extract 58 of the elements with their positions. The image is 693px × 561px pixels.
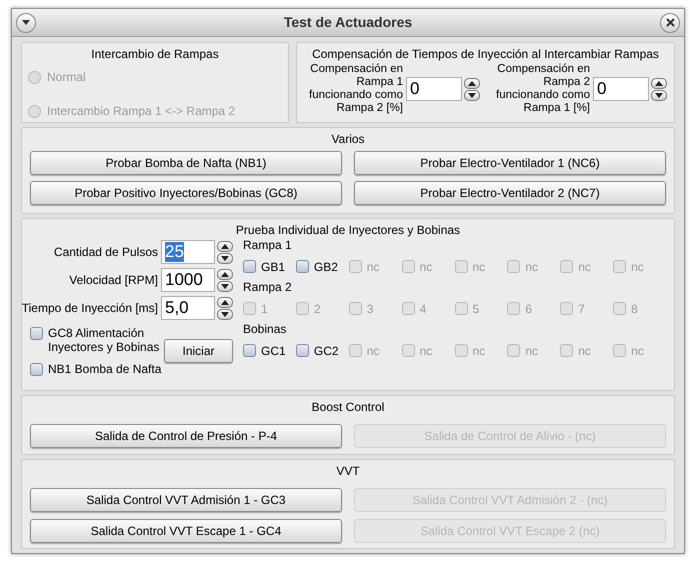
action-button[interactable]: Probar Electro-Ventilador 2 (NC7) — [354, 181, 666, 205]
checkbox[interactable]: GC2 — [296, 342, 349, 360]
down-arrow-icon — [22, 20, 30, 25]
checkbox[interactable]: GB1 — [243, 258, 296, 276]
spin-down-button[interactable] — [217, 308, 233, 320]
spin-field[interactable]: 0 — [406, 77, 462, 101]
action-button[interactable]: Salida Control VVT Escape 1 - GC4 — [30, 519, 342, 543]
action-button[interactable]: Probar Electro-Ventilador 1 (NC6) — [354, 151, 666, 175]
spin-field[interactable]: 0 — [593, 77, 649, 101]
group-title: Compensación de Tiempos de Inyección al Intercambiar Rampas — [311, 46, 660, 62]
section-label: Bobinas — [243, 322, 288, 337]
action-button[interactable]: Salida Control VVT Admisión 1 - GC3 — [30, 488, 342, 512]
close-button[interactable] — [660, 12, 680, 32]
down-arrow-icon — [221, 256, 229, 260]
checkbox[interactable]: NB1 Bomba de Nafta — [30, 362, 164, 376]
checkbox[interactable]: GB2 — [296, 258, 349, 276]
spin-up-button[interactable] — [217, 296, 233, 308]
section-label: Rampa 2 — [243, 280, 293, 295]
close-icon — [666, 18, 674, 27]
group-title: VVT — [335, 463, 361, 479]
field-label: Tiempo de Inyección [ms] — [22, 300, 158, 317]
checkbox[interactable]: GC1 — [243, 342, 296, 360]
field-label: Velocidad [RPM] — [69, 272, 158, 289]
spin-down-button[interactable] — [217, 252, 233, 264]
action-button[interactable]: Probar Positivo Inyectores/Bobinas (GC8) — [30, 181, 342, 205]
group-title: Varios — [330, 131, 366, 147]
spin-up-button[interactable] — [217, 240, 233, 252]
group-title: Boost Control — [310, 399, 386, 415]
window-title: Test de Actuadores — [284, 13, 412, 32]
spin-up-button[interactable] — [464, 78, 480, 88]
spin-up-button[interactable] — [217, 268, 233, 280]
down-arrow-icon — [468, 92, 476, 98]
action-button[interactable]: Iniciar — [164, 339, 233, 363]
up-arrow-icon — [221, 244, 229, 248]
up-arrow-icon — [468, 80, 476, 86]
up-arrow-icon — [221, 300, 229, 304]
menu-button[interactable] — [16, 12, 36, 32]
spin-down-button[interactable] — [217, 280, 233, 292]
group-title: Intercambio de Rampas — [90, 46, 220, 62]
field-label: Compensación en Rampa 1 funcionando como Rampa 2 [%] — [308, 63, 403, 115]
spin-field[interactable]: 25 — [161, 240, 215, 264]
field-label: Compensación en Rampa 2 funcionando como Rampa 1 [%] — [495, 63, 590, 115]
spin-down-button[interactable] — [464, 90, 480, 100]
up-arrow-icon — [221, 272, 229, 276]
down-arrow-icon — [221, 284, 229, 288]
group-title: Prueba Individual de Inyectores y Bobinas — [234, 222, 462, 238]
up-arrow-icon — [655, 80, 663, 86]
down-arrow-icon — [221, 312, 229, 316]
checkbox[interactable]: GC8 Alimentación Inyectores y Bobinas — [30, 326, 164, 354]
down-arrow-icon — [655, 92, 663, 98]
section-label: Rampa 1 — [243, 238, 293, 253]
action-button[interactable]: Probar Bomba de Nafta (NB1) — [30, 151, 342, 175]
spin-down-button[interactable] — [651, 90, 667, 100]
field-label: Cantidad de Pulsos — [54, 244, 158, 261]
action-button[interactable]: Salida de Control de Presión - P-4 — [30, 424, 342, 448]
spin-up-button[interactable] — [651, 78, 667, 88]
spin-field[interactable]: 5,0 — [161, 296, 215, 320]
spin-field[interactable]: 1000 — [161, 268, 215, 292]
